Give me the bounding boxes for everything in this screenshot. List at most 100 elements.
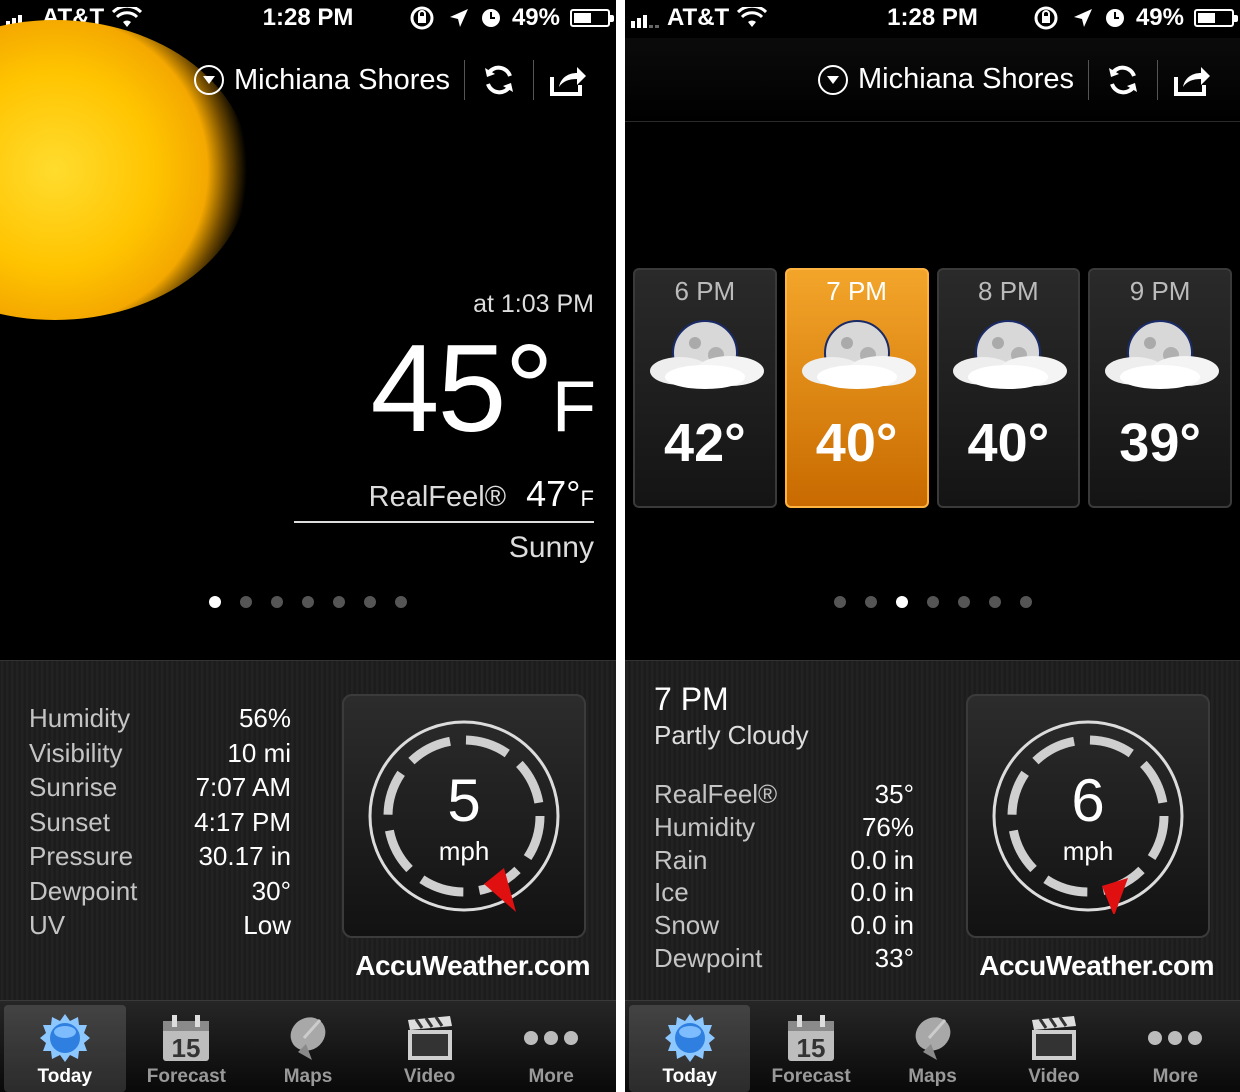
stat-row: UV Low [29,910,291,940]
selected-hour-header: 7 PM Partly Cloudy [654,681,809,751]
svg-text:15: 15 [172,1033,201,1063]
stat-row: Dewpoint 33° [654,942,914,973]
tab-more[interactable]: More [1115,1005,1236,1092]
hour-card-selected[interactable]: 7 PM 40° [784,268,929,508]
location-name: Michiana Shores [234,63,450,96]
share-icon[interactable] [1172,60,1212,100]
stat-row: Sunset 4:17 PM [29,806,291,837]
page-dot [926,596,939,608]
page-dot [364,596,376,608]
condition-text: Sunny [508,531,594,564]
rotation-lock-icon [1034,6,1058,30]
observation-time: at 1:03 PM [473,290,594,318]
page-dot [1019,596,1032,608]
battery-icon [1194,9,1238,27]
stat-row: Rain 0.0 in [654,844,914,875]
clapperboard-icon [400,1010,460,1066]
hour-time: 8 PM [978,276,1039,306]
tab-label: Forecast [146,1066,226,1087]
tab-label: Maps [283,1066,333,1087]
rotation-lock-icon [410,6,434,30]
tab-label: Today [662,1066,717,1087]
tab-bar: Today 15 Forecast Maps Video More [0,1000,616,1092]
tab-maps[interactable]: Maps [872,1005,993,1092]
dropdown-icon [818,64,848,95]
partly-cloudy-moon-icon [801,320,916,389]
more-dots-icon [1145,1010,1205,1066]
current-conditions: at 1:03 PM 45°F RealFeel® 47°F Sunny [294,290,596,565]
header-bar: Michiana Shores [0,38,616,122]
partly-cloudy-moon-icon [953,320,1068,389]
page-indicator[interactable] [0,596,616,608]
selected-hour-time: 7 PM [654,681,729,717]
svg-text:15: 15 [797,1033,826,1063]
location-selector[interactable]: Michiana Shores [818,63,1074,96]
wind-speed: 6 [1071,767,1105,834]
stat-row: Ice 0.0 in [654,877,914,908]
page-dot [209,596,221,608]
globe-icon [660,1010,720,1066]
page-dot [302,596,314,608]
tab-video[interactable]: Video [369,1005,491,1092]
brand-logo[interactable]: AccuWeather.com [355,950,590,982]
tab-forecast[interactable]: 15 Forecast [126,1005,248,1092]
refresh-icon[interactable] [479,60,519,100]
hourly-screen: AT&T 1:28 PM 49% Michiana Shores 6 PM 42… [625,0,1240,1092]
refresh-icon[interactable] [1103,60,1143,100]
realfeel-value: 47°F [526,473,594,514]
tab-label: More [528,1066,574,1087]
hour-time: 7 PM [826,276,887,306]
details-panel: Humidity 56% Visibility 10 mi Sunrise 7:07 … [0,660,616,1000]
battery-percent: 49% [1135,4,1184,31]
tab-label: Forecast [771,1066,851,1087]
tab-today[interactable]: Today [4,1005,126,1092]
stat-row: Humidity 76% [654,811,914,842]
wind-gauge: 5 mph [342,694,586,938]
page-dot [333,596,345,608]
brand-logo[interactable]: AccuWeather.com [979,950,1214,982]
header-divider [1088,59,1089,100]
page-dot [395,596,407,608]
wind-speed: 5 [447,767,481,834]
tab-forecast[interactable]: 15 Forecast [750,1005,871,1092]
page-indicator[interactable] [625,596,1240,608]
page-dot [240,596,252,608]
hour-time: 6 PM [674,276,736,306]
tab-today[interactable]: Today [629,1005,751,1092]
tab-label: More [1152,1066,1199,1087]
hour-temp: 40° [967,413,1050,473]
hour-card[interactable]: 8 PM 40° [936,268,1081,508]
tab-label: Today [37,1066,93,1087]
stat-row: Pressure 30.17 in [29,841,291,871]
header-divider [533,60,534,100]
location-arrow-icon [1073,9,1092,27]
page-dot [833,596,846,608]
partly-cloudy-moon-icon [1105,320,1220,389]
page-dot [864,596,877,608]
hour-card[interactable]: 6 PM 42° [633,268,777,508]
stat-row: Snow 0.0 in [654,910,914,941]
stat-row: RealFeel® 35° [654,779,914,809]
dropdown-icon [194,65,224,95]
page-dot [895,596,908,608]
location-selector[interactable]: Michiana Shores [194,64,450,97]
more-dots-icon [521,1010,581,1066]
status-bar: AT&T 1:28 PM 49% [625,0,1240,38]
alarm-clock-icon [481,9,500,27]
tab-more[interactable]: More [490,1005,612,1092]
today-screen: AT&T 1:28 PM 49% Michiana Shores at 1:03… [0,0,616,1092]
alarm-clock-icon [1105,9,1124,27]
tab-label: Video [403,1066,456,1087]
page-dot [271,596,283,608]
hour-time: 9 PM [1129,276,1191,306]
share-icon[interactable] [548,60,588,100]
wind-unit: mph [438,836,490,866]
tab-maps[interactable]: Maps [247,1005,369,1092]
stat-row: Visibility 10 mi [29,737,291,768]
satellite-dish-icon [903,1010,963,1066]
stat-row: Dewpoint 30° [29,875,291,906]
hour-temp: 39° [1119,413,1201,473]
hour-card[interactable]: 9 PM 39° [1088,268,1232,508]
header-divider [464,60,465,100]
tab-video[interactable]: Video [993,1005,1114,1092]
